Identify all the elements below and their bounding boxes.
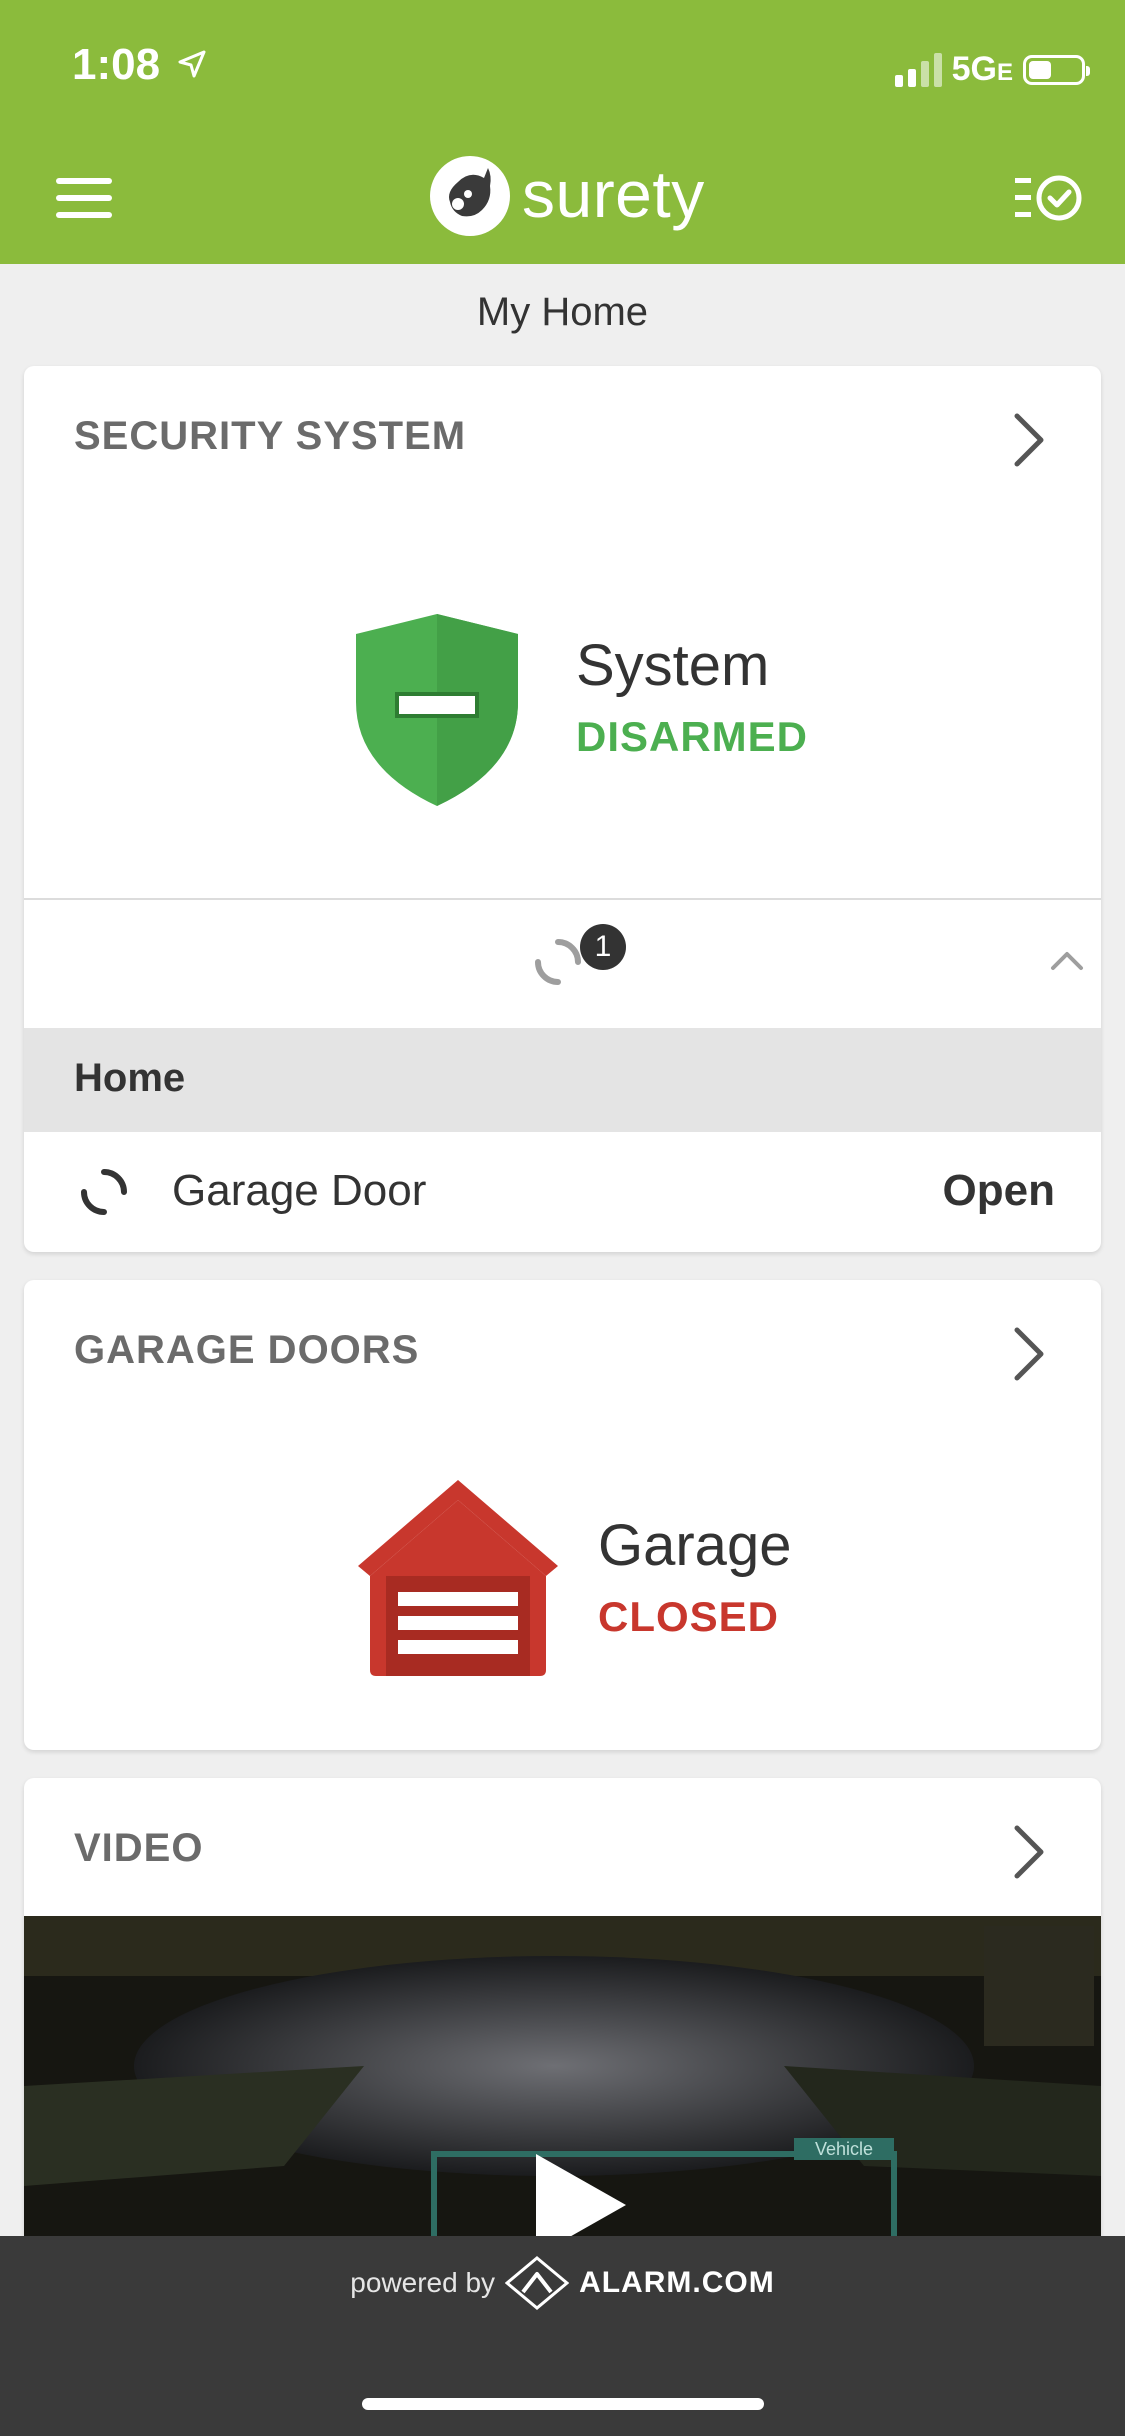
location-arrow-icon [178, 50, 206, 78]
checklist-check-icon[interactable] [1013, 168, 1085, 228]
garage-doors-heading: GARAGE DOORS [74, 1328, 420, 1372]
item-name: Garage Door [172, 1166, 427, 1215]
security-system-card: SECURITY SYSTEM System DISARMED 1 Home G… [24, 366, 1101, 1252]
video-card: VIDEO Vehicle [24, 1778, 1101, 2258]
chevron-right-icon[interactable] [1009, 410, 1049, 470]
garage-doors-card: GARAGE DOORS Garage CLOSED [24, 1280, 1101, 1750]
network-label: 5GE [951, 50, 1013, 88]
security-system-heading: SECURITY SYSTEM [74, 414, 467, 458]
garage-status-value: CLOSED [598, 1593, 780, 1640]
home-indicator [362, 2398, 764, 2410]
vehicle-tag: Vehicle [815, 2139, 873, 2159]
page-title: My Home [476, 290, 649, 334]
item-state: Open [942, 1166, 1055, 1215]
signal-icon [894, 52, 942, 87]
list-item-garage-door[interactable]: Garage Door Open [24, 1132, 1101, 1252]
shield-disarmed-icon [356, 614, 518, 806]
sensor-count-badge: 1 [580, 924, 626, 970]
menu-button[interactable] [56, 178, 112, 218]
garage-status-block: Garage CLOSED [598, 1512, 791, 1641]
chevron-up-icon [1051, 952, 1083, 970]
video-thumbnail[interactable]: Vehicle [24, 1916, 1101, 2258]
sensor-open-icon [535, 939, 581, 985]
chevron-right-icon[interactable] [1009, 1822, 1049, 1882]
powered-by-label: powered by [350, 2267, 496, 2298]
system-status-block: System DISARMED [576, 632, 808, 761]
system-title: System [576, 633, 770, 698]
group-header-home: Home [24, 1028, 1101, 1132]
system-status-value: DISARMED [576, 713, 809, 760]
powered-by: powered by ALARM.COM [0, 2256, 1125, 2310]
garage-closed-icon [358, 1480, 558, 1676]
brand-logo: surety [428, 152, 705, 236]
garage-title: Garage [598, 1513, 792, 1578]
video-heading: VIDEO [74, 1826, 204, 1870]
status-time: 1:08 [72, 40, 161, 89]
sensor-open-icon [81, 1169, 127, 1215]
surety-dog-logo-icon [430, 156, 510, 236]
group-label: Home [74, 1056, 186, 1100]
battery-icon [1023, 54, 1090, 85]
brand-text: surety [522, 157, 705, 231]
alarm-com-logo-icon [505, 2256, 570, 2310]
provider-name: ALARM.COM [579, 2266, 775, 2299]
sensor-summary-toggle[interactable]: 1 [24, 900, 1101, 1028]
chevron-right-icon[interactable] [1009, 1324, 1049, 1384]
status-right: 5GE [894, 50, 1090, 89]
